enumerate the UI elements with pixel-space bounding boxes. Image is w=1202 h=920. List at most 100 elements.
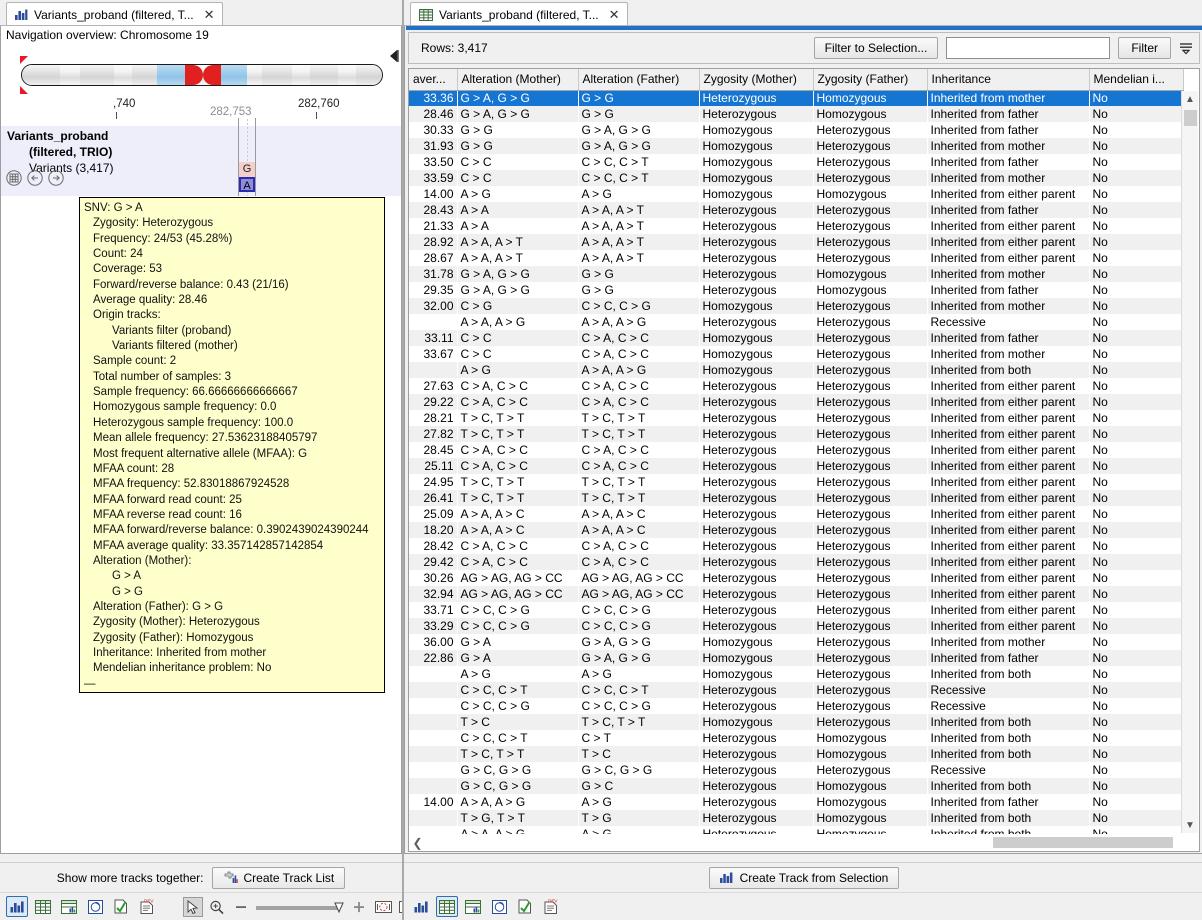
table-row[interactable]: 14.00A > A, A > GA > GHeterozygousHomozy… — [409, 794, 1183, 810]
table-row[interactable]: 29.42C > A, C > CC > A, C > CHeterozygou… — [409, 554, 1183, 570]
filter-to-selection-button[interactable]: Filter to Selection... — [814, 37, 939, 59]
table-row[interactable]: 32.94AG > AG, AG > CCAG > AG, AG > CCHet… — [409, 586, 1183, 602]
table-row[interactable]: 33.59C > CC > C, C > THomozygousHeterozy… — [409, 170, 1183, 186]
report-icon[interactable] — [110, 896, 132, 917]
close-icon[interactable]: ✕ — [605, 8, 620, 21]
filter-menu-icon[interactable] — [1179, 41, 1193, 55]
table-row[interactable]: 28.45C > A, C > CC > A, C > CHeterozygou… — [409, 442, 1183, 458]
circular-view-icon[interactable] — [488, 896, 510, 917]
table-row[interactable]: 29.22C > A, C > CC > A, C > CHeterozygou… — [409, 394, 1183, 410]
table-row[interactable]: 27.63C > A, C > CC > A, C > CHeterozygou… — [409, 378, 1183, 394]
column-header-alteration-mother[interactable]: Alteration (Mother) — [457, 69, 578, 90]
table-row[interactable]: 36.00G > AG > A, G > GHomozygousHeterozy… — [409, 634, 1183, 650]
table-row[interactable]: 30.26AG > AG, AG > CCAG > AG, AG > CCHet… — [409, 570, 1183, 586]
horizontal-scrollbar-thumb[interactable] — [993, 837, 1173, 848]
table-row[interactable]: T > C, T > TT > CHeterozygousHomozygousI… — [409, 746, 1183, 762]
table-row[interactable]: 33.11C > CC > A, C > CHomozygousHeterozy… — [409, 330, 1183, 346]
filter-input[interactable] — [946, 37, 1110, 59]
tab-variants-proband-table[interactable]: Variants_proband (filtered, T... ✕ — [410, 2, 628, 26]
table-row[interactable]: 26.41T > C, T > TT > C, T > THeterozygou… — [409, 490, 1183, 506]
table-row[interactable]: 18.20A > A, A > CA > A, A > CHeterozygou… — [409, 522, 1183, 538]
create-track-from-selection-button[interactable]: Create Track from Selection — [709, 867, 900, 889]
table-row[interactable]: 33.67C > CC > A, C > CHomozygousHeterozy… — [409, 346, 1183, 362]
table-grid-icon[interactable] — [6, 170, 22, 186]
table-row[interactable]: A > GA > A, A > GHomozygousHeterozygousI… — [409, 362, 1183, 378]
table-row[interactable]: 28.42C > A, C > CC > A, C > CHeterozygou… — [409, 538, 1183, 554]
table-row[interactable]: A > GA > GHomozygousHeterozygousInherite… — [409, 666, 1183, 682]
table-vertical-scrollbar[interactable]: ▲ ▼ — [1181, 91, 1198, 833]
table-row[interactable]: 21.33A > AA > A, A > THeterozygousHetero… — [409, 218, 1183, 234]
fit-selection-icon[interactable] — [373, 897, 393, 917]
zoom-slider[interactable] — [255, 902, 345, 912]
table-row[interactable]: 28.21T > C, T > TT > C, T > THeterozygou… — [409, 410, 1183, 426]
table-row[interactable]: 33.29C > C, C > GC > C, C > GHeterozygou… — [409, 618, 1183, 634]
column-header-alteration-father[interactable]: Alteration (Father) — [578, 69, 699, 90]
table-horizontal-scrollbar[interactable]: ❮ — [409, 834, 1182, 851]
plus-icon[interactable] — [349, 897, 369, 917]
column-header-zygosity-mother[interactable]: Zygosity (Mother) — [699, 69, 813, 90]
table-row[interactable]: 24.95T > C, T > TT > C, T > THeterozygou… — [409, 474, 1183, 490]
column-header-mendelian-inheritance[interactable]: Mendelian i... — [1089, 69, 1183, 90]
selected-variant-column[interactable]: 282,753 G A — [238, 118, 256, 196]
report-icon[interactable] — [514, 896, 536, 917]
table-row[interactable]: 33.71C > C, C > GC > C, C > GHeterozygou… — [409, 602, 1183, 618]
table-view-icon[interactable] — [436, 896, 458, 917]
next-variant-icon[interactable] — [48, 170, 64, 186]
table-row[interactable]: T > G, T > TT > GHeterozygousHomozygousI… — [409, 810, 1183, 826]
table-row[interactable]: 30.33G > GG > A, G > GHomozygousHeterozy… — [409, 122, 1183, 138]
scroll-left-icon[interactable]: ❮ — [409, 834, 426, 851]
table-row[interactable]: 28.67A > A, A > TA > A, A > THeterozygou… — [409, 250, 1183, 266]
table-row[interactable]: G > C, G > GG > CHeterozygousHomozygousI… — [409, 778, 1183, 794]
table-row[interactable]: 22.86G > AG > A, G > GHomozygousHeterozy… — [409, 650, 1183, 666]
scroll-up-icon[interactable]: ▲ — [1182, 91, 1198, 107]
column-header-average-quality[interactable]: aver... — [409, 69, 457, 90]
table-row[interactable]: 28.92A > A, A > TA > A, A > THeterozygou… — [409, 234, 1183, 250]
pointer-icon[interactable] — [183, 897, 203, 917]
table-row[interactable]: C > C, C > TC > THeterozygousHomozygousI… — [409, 730, 1183, 746]
track-table-icon[interactable] — [58, 896, 80, 917]
variants-table[interactable]: aver... Alteration (Mother) Alteration (… — [408, 68, 1200, 852]
table-row[interactable]: G > C, G > GG > C, G > GHeterozygousHete… — [409, 762, 1183, 778]
table-row[interactable]: 28.46G > A, G > GG > GHeterozygousHomozy… — [409, 106, 1183, 122]
close-icon[interactable]: ✕ — [200, 8, 215, 21]
collapse-side-panel-icon[interactable] — [389, 48, 399, 64]
filter-button[interactable]: Filter — [1118, 37, 1171, 59]
table-row[interactable]: 14.00A > GA > GHomozygousHomozygousInher… — [409, 186, 1183, 202]
column-header-inheritance[interactable]: Inheritance — [927, 69, 1089, 90]
cell-zygosity-father: Heterozygous — [813, 650, 927, 666]
create-track-list-button[interactable]: Create Track List — [212, 867, 346, 889]
table-row[interactable]: C > C, C > TC > C, C > THeterozygousHete… — [409, 682, 1183, 698]
track-table-icon[interactable] — [462, 896, 484, 917]
table-row[interactable]: 25.09A > A, A > CA > A, A > CHeterozygou… — [409, 506, 1183, 522]
track-view-icon[interactable] — [410, 896, 432, 917]
track-view-icon[interactable] — [6, 896, 28, 917]
vertical-scrollbar-thumb[interactable] — [1184, 110, 1197, 126]
dev-view-icon[interactable]: DEV — [540, 896, 562, 917]
table-row[interactable]: 32.00C > GC > C, C > GHomozygousHeterozy… — [409, 298, 1183, 314]
column-header-zygosity-father[interactable]: Zygosity (Father) — [813, 69, 927, 90]
table-view-icon[interactable] — [32, 896, 54, 917]
table-row[interactable]: T > CT > C, T > THomozygousHeterozygousI… — [409, 714, 1183, 730]
table-row[interactable]: 28.43A > AA > A, A > THeterozygousHetero… — [409, 202, 1183, 218]
previous-variant-icon[interactable] — [27, 170, 43, 186]
table-row[interactable]: C > C, C > GC > C, C > GHeterozygousHete… — [409, 698, 1183, 714]
table-row[interactable]: 31.93G > GG > A, G > GHomozygousHeterozy… — [409, 138, 1183, 154]
table-row[interactable]: 25.11C > A, C > CC > A, C > CHeterozygou… — [409, 458, 1183, 474]
variants-track-row[interactable]: Variants_proband (filtered, TRIO) Varian… — [1, 126, 401, 196]
table-row[interactable]: 29.35G > A, G > GG > GHeterozygousHomozy… — [409, 282, 1183, 298]
track-view-canvas[interactable]: Navigation overview: Chromosome 19 — [0, 26, 402, 854]
circular-view-icon[interactable] — [84, 896, 106, 917]
cell-zygosity-father: Heterozygous — [813, 634, 927, 650]
cell-mendelian-inheritance: No — [1089, 426, 1183, 442]
zoom-icon[interactable] — [207, 897, 227, 917]
tab-variants-proband-track[interactable]: Variants_proband (filtered, T... ✕ — [6, 2, 223, 26]
dev-view-icon[interactable]: DEV — [136, 896, 158, 917]
table-row[interactable]: 33.36G > A, G > GG > GHeterozygousHomozy… — [409, 90, 1183, 106]
table-row[interactable]: 27.82T > C, T > TT > C, T > THeterozygou… — [409, 426, 1183, 442]
table-row[interactable]: 33.50C > CC > C, C > THomozygousHeterozy… — [409, 154, 1183, 170]
table-row[interactable]: 31.78G > A, G > GG > GHeterozygousHomozy… — [409, 266, 1183, 282]
table-row[interactable]: A > A, A > GA > A, A > GHeterozygousHete… — [409, 314, 1183, 330]
chromosome-ideogram[interactable] — [21, 64, 383, 86]
scroll-down-icon[interactable]: ▼ — [1182, 817, 1198, 833]
minus-icon[interactable] — [231, 897, 251, 917]
